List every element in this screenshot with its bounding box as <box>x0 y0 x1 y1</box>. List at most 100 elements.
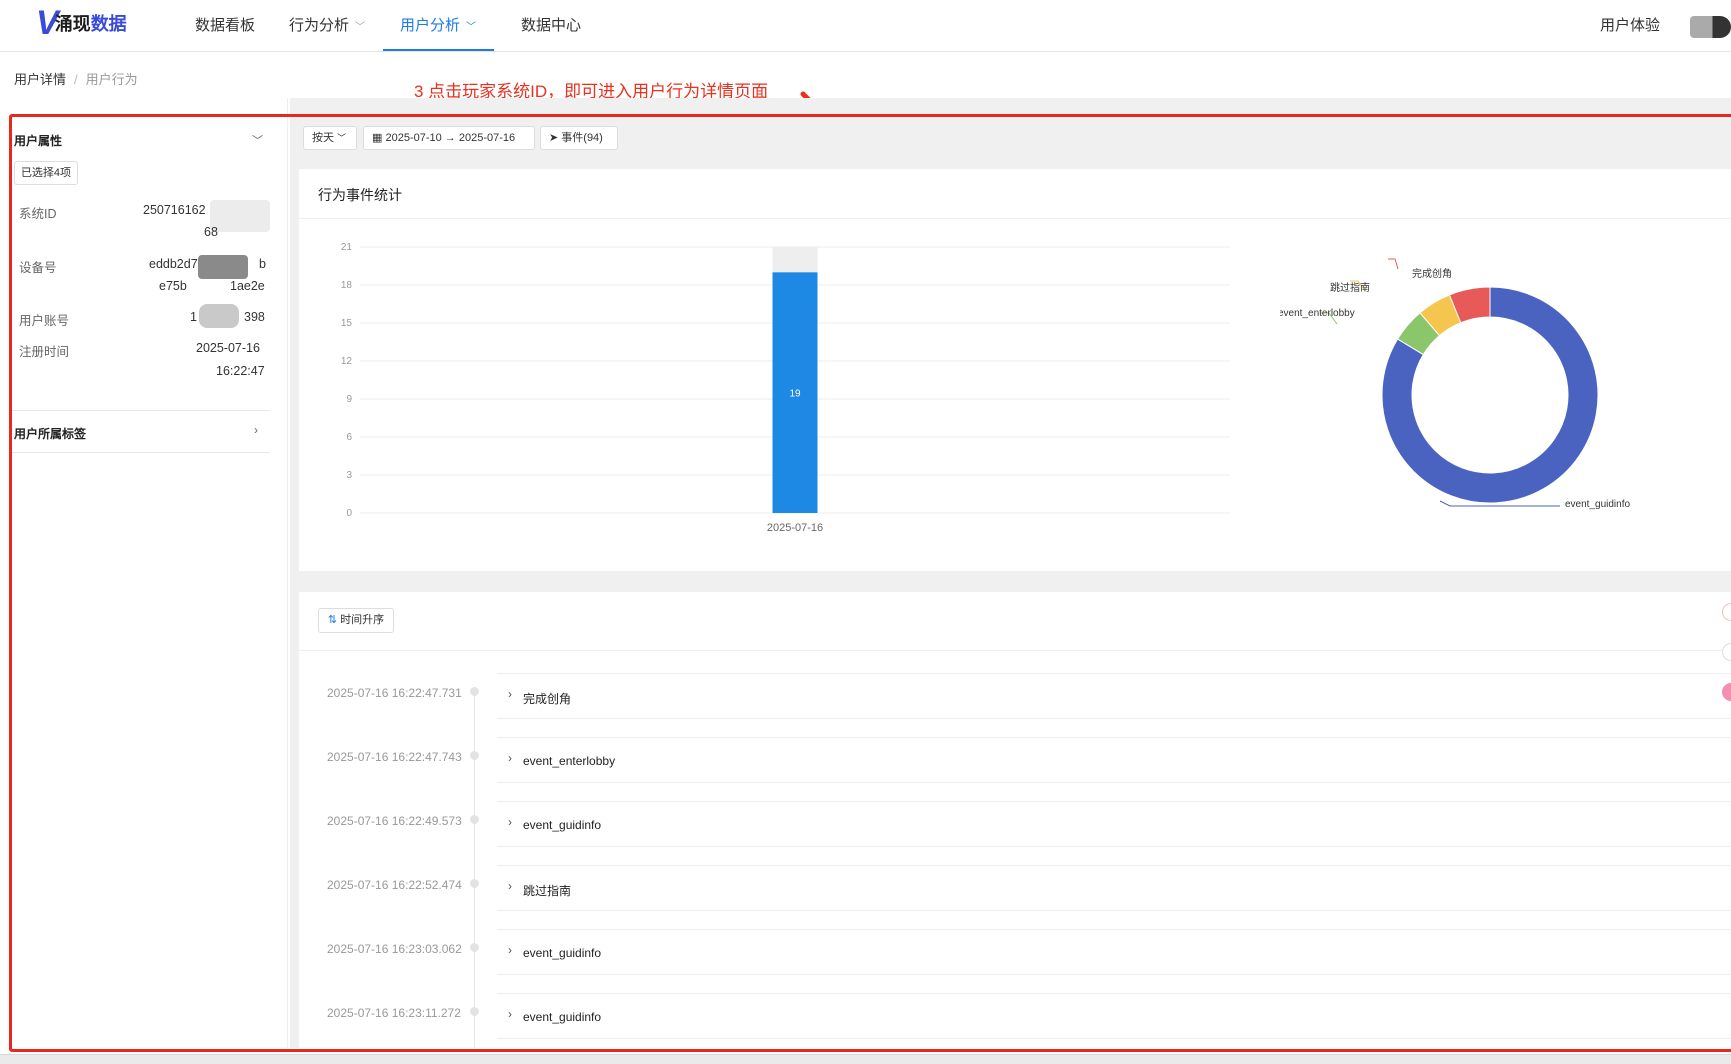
collapse-chevron-icon[interactable]: ﹀ <box>252 132 263 148</box>
timeline-line <box>474 690 475 1048</box>
date-range-value: 2025-07-10 → 2025-07-16 <box>385 132 516 144</box>
chevron-down-icon: ﹀ <box>337 133 347 143</box>
divider <box>12 410 270 411</box>
top-nav: V 涌现 数据 数据看板 行为分析 ﹀ 用户分析 ﹀ 数据中心 用户体验 <box>0 0 1731 52</box>
chevron-right-icon[interactable]: › <box>508 943 512 957</box>
system-id-line1: 250716162 <box>143 203 206 217</box>
events-filter-label: 事件(94) <box>561 132 603 144</box>
nav-item-label: 数据看板 <box>195 17 256 34</box>
nav-item-label: 用户分析 <box>400 17 461 34</box>
bar-chart: 0 3 6 9 12 15 18 21 19 2025-07-16 <box>341 242 1230 534</box>
y-tick-label: 9 <box>346 394 352 405</box>
event-row[interactable] <box>497 673 1731 719</box>
donut-label: event_guidinfo <box>1565 499 1630 510</box>
bottom-scrollbar[interactable] <box>0 1054 1731 1064</box>
event-name: event_guidinfo <box>523 1010 602 1024</box>
granularity-select[interactable]: 按天 ﹀ <box>303 126 357 150</box>
granularity-value: 按天 <box>312 132 334 144</box>
y-tick-label: 18 <box>341 280 353 291</box>
event-time: 2025-07-16 16:22:49.573 <box>327 814 462 828</box>
event-name: event_enterlobby <box>523 754 616 768</box>
event-row[interactable] <box>497 801 1731 847</box>
event-name: event_guidinfo <box>523 818 602 832</box>
event-name: 跳过指南 <box>523 884 572 898</box>
chevron-right-icon[interactable]: › <box>508 815 512 829</box>
sort-icon: ⇅ <box>327 614 338 626</box>
user-attributes-title: 用户属性 <box>14 134 63 148</box>
account-line1-end: 398 <box>244 310 265 324</box>
nav-item-behavior-analysis[interactable]: 行为分析 ﹀ <box>289 0 365 52</box>
timeline-dot <box>470 687 479 696</box>
divider <box>299 650 1731 651</box>
theme-toggle[interactable] <box>1690 16 1731 38</box>
nav-item-dashboard[interactable]: 数据看板 <box>195 0 255 52</box>
sort-time-button[interactable]: ⇅ 时间升序 <box>318 608 394 633</box>
attr-label-register-time: 注册时间 <box>19 345 70 359</box>
chevron-down-icon: ﹀ <box>466 22 477 33</box>
user-experience-link[interactable]: 用户体验 <box>1600 0 1660 52</box>
timeline-dot <box>470 879 479 888</box>
calendar-icon: ▦ <box>372 132 383 144</box>
chevron-right-icon[interactable]: › <box>508 687 512 701</box>
donut-label: event_enterlobby <box>1280 308 1355 319</box>
breadcrumb-user-detail[interactable]: 用户详情 <box>14 72 66 87</box>
timeline-dot <box>470 943 479 952</box>
donut-label: 跳过指南 <box>1330 281 1370 294</box>
register-time: 16:22:47 <box>216 364 265 378</box>
device-id-line1-end: b <box>259 257 266 271</box>
y-tick-label: 15 <box>341 318 353 329</box>
event-time: 2025-07-16 16:22:52.474 <box>327 878 462 892</box>
bar-data-label: 19 <box>789 389 801 400</box>
event-time: 2025-07-16 16:23:03.062 <box>327 942 462 956</box>
event-time: 2025-07-16 16:23:11.272 <box>327 1006 461 1020</box>
divider <box>299 218 1731 219</box>
event-row[interactable] <box>497 993 1731 1039</box>
nav-item-user-analysis[interactable]: 用户分析 ﹀ <box>400 0 476 52</box>
stats-card-title: 行为事件统计 <box>318 187 402 203</box>
donut-leader-line <box>1388 258 1399 270</box>
logo-text-main: 涌现 <box>54 14 91 34</box>
send-icon: ➤ <box>549 132 559 144</box>
chevron-down-icon: ﹀ <box>355 22 366 33</box>
divider <box>12 452 270 453</box>
y-tick-label: 6 <box>346 432 352 443</box>
sort-label: 时间升序 <box>340 614 385 626</box>
register-date: 2025-07-16 <box>196 341 260 355</box>
x-tick-label: 2025-07-16 <box>767 522 823 534</box>
donut-chart: event_guidinfo event_enterlobby 跳过指南 完成创角 <box>1280 258 1630 510</box>
nav-item-label: 数据中心 <box>521 17 582 34</box>
selected-count-tag[interactable]: 已选择4项 <box>14 161 78 185</box>
chevron-right-icon[interactable]: › <box>508 1007 512 1021</box>
event-row[interactable] <box>497 737 1731 783</box>
y-tick-label: 21 <box>341 242 353 253</box>
event-time: 2025-07-16 16:22:47.731 <box>327 686 462 700</box>
nav-item-data-center[interactable]: 数据中心 <box>521 0 581 52</box>
breadcrumb: 用户详情 / 用户行为 <box>14 69 138 88</box>
events-filter-button[interactable]: ➤ 事件(94) <box>540 126 618 150</box>
user-tags-title[interactable]: 用户所属标签 <box>14 425 86 442</box>
breadcrumb-separator: / <box>74 72 78 87</box>
nav-item-label: 行为分析 <box>289 17 350 34</box>
breadcrumb-user-behavior: 用户行为 <box>85 72 138 87</box>
chevron-right-icon[interactable]: › <box>508 879 512 893</box>
chevron-right-icon[interactable]: › <box>254 423 258 437</box>
redacted-blur <box>199 304 239 328</box>
timeline-dot <box>470 815 479 824</box>
logo[interactable]: V 涌现 数据 <box>36 6 127 40</box>
timeline-dot <box>470 1007 479 1016</box>
attr-label-device-id: 设备号 <box>19 261 57 275</box>
date-range-picker[interactable]: ▦ 2025-07-10 → 2025-07-16 <box>363 126 535 150</box>
donut-label: 完成创角 <box>1412 267 1452 280</box>
event-row[interactable] <box>497 929 1731 975</box>
event-name: 完成创角 <box>523 692 572 706</box>
event-row[interactable] <box>497 865 1731 911</box>
attr-label-system-id: 系统ID <box>19 207 57 221</box>
attr-label-account: 用户账号 <box>19 314 70 328</box>
chevron-right-icon[interactable]: › <box>508 751 512 765</box>
device-id-line2: e75b <box>159 279 187 293</box>
timeline-dot <box>470 751 479 760</box>
active-nav-underline <box>383 49 494 51</box>
y-tick-label: 3 <box>346 470 352 481</box>
y-tick-label: 12 <box>341 356 353 367</box>
device-id-line2-end: 1ae2e <box>230 279 265 293</box>
